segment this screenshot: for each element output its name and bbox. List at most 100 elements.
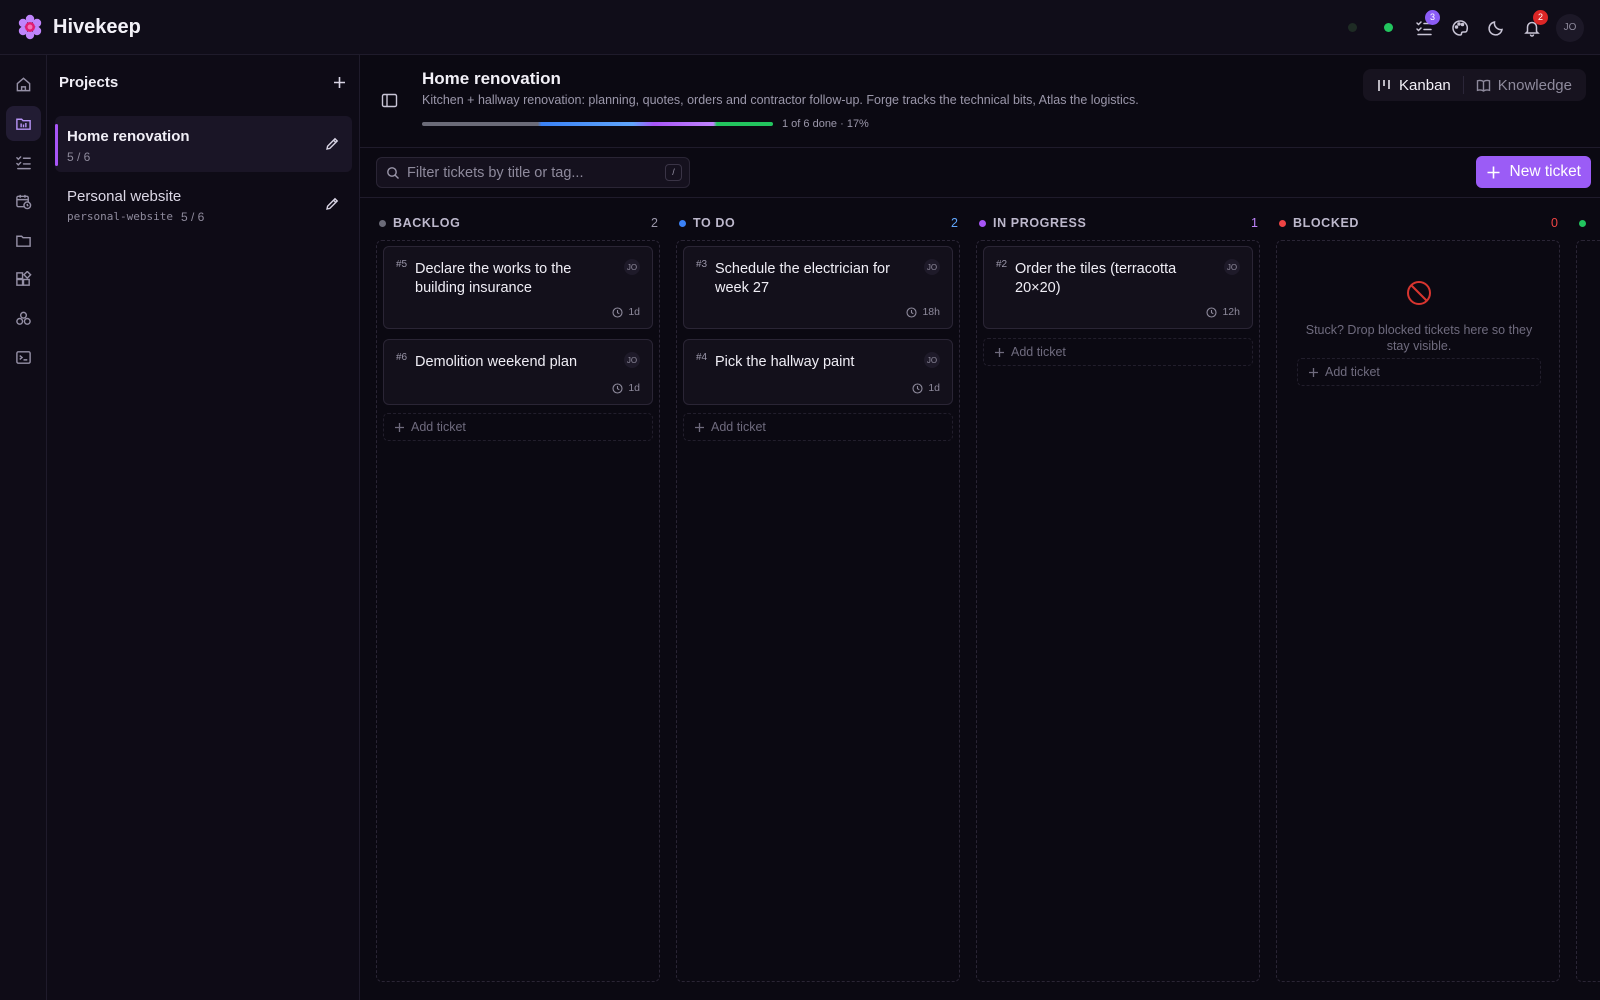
column-dropzone[interactable]: #5 Declare the works to the building ins… bbox=[376, 240, 660, 982]
project-slug: personal-website bbox=[67, 210, 173, 223]
add-ticket-button[interactable]: Add ticket bbox=[1297, 358, 1541, 386]
ticket-number: #3 bbox=[696, 259, 708, 270]
project-item-personal-website[interactable]: Personal website personal-website 5 / 6 bbox=[55, 176, 352, 232]
edit-project-icon[interactable] bbox=[324, 196, 340, 212]
tasks-icon[interactable] bbox=[6, 145, 41, 180]
dark-mode-button[interactable] bbox=[1478, 10, 1514, 46]
ticket-age: 18h bbox=[906, 306, 940, 318]
clock-icon bbox=[906, 306, 918, 318]
ticket-card[interactable]: #5 Declare the works to the building ins… bbox=[383, 246, 653, 329]
add-ticket-button[interactable]: Add ticket bbox=[383, 413, 653, 441]
column-dropzone[interactable] bbox=[1576, 240, 1600, 982]
ticket-number: #5 bbox=[396, 259, 408, 270]
ticket-title: Order the tiles (terracotta 20×20) bbox=[1015, 261, 1177, 296]
column-color-dot bbox=[1579, 219, 1586, 227]
kanban-view-button[interactable]: Kanban bbox=[1369, 72, 1459, 98]
hivekeep-logo-icon bbox=[18, 14, 42, 40]
ticket-title: Demolition weekend plan bbox=[415, 354, 578, 370]
ticket-title: Pick the hallway paint bbox=[715, 354, 855, 370]
clock-icon bbox=[912, 382, 923, 394]
agents-icon[interactable] bbox=[6, 301, 41, 336]
add-ticket-label: Add ticket bbox=[711, 420, 766, 434]
widgets-icon[interactable] bbox=[6, 262, 41, 297]
ticket-card[interactable]: #3 Schedule the electrician for week 27 … bbox=[683, 246, 953, 329]
filter-box: / bbox=[376, 157, 690, 188]
ticket-card[interactable]: #2 Order the tiles (terracotta 20×20) JO… bbox=[983, 246, 1253, 329]
column-in-progress: IN PROGRESS 1 #2 Order the tiles (terrac… bbox=[976, 198, 1260, 988]
ticket-title: Declare the works to the building insura… bbox=[415, 261, 572, 296]
clock-icon bbox=[612, 382, 623, 394]
project-header: Home renovation Kitchen + hallway renova… bbox=[360, 55, 1600, 148]
ticket-age-value: 18h bbox=[922, 306, 940, 318]
plus-icon bbox=[1487, 166, 1499, 178]
projects-icon[interactable] bbox=[6, 106, 41, 141]
kanban-icon bbox=[1378, 79, 1390, 91]
column-title: BACKLOG bbox=[393, 216, 461, 230]
clock-icon bbox=[1206, 306, 1218, 318]
project-name: Personal website bbox=[67, 188, 182, 205]
ticket-number: #4 bbox=[696, 352, 708, 363]
view-switcher: Kanban Knowledge bbox=[1363, 69, 1586, 101]
notifications-badge: 2 bbox=[1533, 9, 1548, 25]
app-name: Hivekeep bbox=[53, 15, 141, 38]
home-icon[interactable] bbox=[6, 67, 41, 102]
user-avatar[interactable]: JO bbox=[1556, 13, 1584, 42]
column-color-dot bbox=[679, 219, 686, 227]
column-dropzone[interactable]: #3 Schedule the electrician for week 27 … bbox=[676, 240, 960, 982]
brand[interactable]: Hivekeep bbox=[17, 14, 141, 40]
folder-icon[interactable] bbox=[6, 223, 41, 258]
add-ticket-button[interactable]: Add ticket bbox=[683, 413, 953, 441]
add-project-button[interactable] bbox=[329, 72, 349, 92]
filter-shortcut-key: / bbox=[665, 164, 682, 181]
assignee-avatar: JO bbox=[924, 352, 940, 368]
projects-heading: Projects bbox=[59, 73, 119, 91]
theme-palette-button[interactable] bbox=[1442, 10, 1478, 46]
project-name: Home renovation bbox=[67, 128, 190, 145]
top-bar: Hivekeep 3 2 JO bbox=[0, 0, 1600, 55]
clock-icon bbox=[612, 306, 623, 318]
tasks-badge: 3 bbox=[1425, 9, 1440, 25]
edit-project-icon[interactable] bbox=[324, 136, 340, 152]
nav-rail bbox=[0, 55, 47, 1000]
ticket-card[interactable]: #4 Pick the hallway paint JO 1d bbox=[683, 339, 953, 405]
new-ticket-button[interactable]: New ticket bbox=[1475, 156, 1591, 188]
assignee-avatar: JO bbox=[924, 259, 940, 275]
knowledge-view-button[interactable]: Knowledge bbox=[1468, 72, 1580, 98]
column-title: BLOCKED bbox=[1293, 216, 1360, 230]
column-title: IN PROGRESS bbox=[993, 216, 1087, 230]
project-progress-fill bbox=[422, 122, 773, 126]
search-icon bbox=[387, 166, 399, 179]
ticket-number: #6 bbox=[396, 352, 408, 363]
connection-status bbox=[1370, 10, 1406, 46]
column-color-dot bbox=[979, 219, 986, 227]
assignee-avatar: JO bbox=[624, 259, 640, 275]
kanban-label: Kanban bbox=[1399, 76, 1451, 94]
schedule-icon[interactable] bbox=[6, 184, 41, 219]
column-dropzone[interactable]: Stuck? Drop blocked tickets here so they… bbox=[1276, 240, 1560, 982]
sidebar-toggle-icon[interactable] bbox=[381, 92, 398, 109]
column-count: 2 bbox=[651, 216, 658, 230]
column-title: TO DO bbox=[693, 216, 736, 230]
plus-icon bbox=[695, 422, 704, 432]
column-dropzone[interactable]: #2 Order the tiles (terracotta 20×20) JO… bbox=[976, 240, 1260, 982]
ticket-card[interactable]: #6 Demolition weekend plan JO 1d bbox=[383, 339, 653, 405]
add-ticket-label: Add ticket bbox=[1011, 345, 1066, 359]
terminal-icon[interactable] bbox=[6, 340, 41, 375]
plus-icon bbox=[1309, 367, 1318, 377]
progress-text: 1 of 6 done · 17% bbox=[782, 118, 869, 130]
filter-tickets-input[interactable] bbox=[407, 164, 665, 181]
plus-icon bbox=[395, 422, 404, 432]
page-title: Home renovation bbox=[422, 69, 561, 88]
tasks-button[interactable]: 3 bbox=[1406, 9, 1442, 46]
ticket-age: 1d bbox=[612, 382, 640, 394]
column-to-do: TO DO 2 #3 Schedule the electrician for … bbox=[676, 198, 960, 988]
notifications-button[interactable]: 2 bbox=[1514, 9, 1550, 46]
assignee-avatar: JO bbox=[624, 352, 640, 368]
book-icon bbox=[1476, 79, 1490, 92]
project-item-home-renovation[interactable]: Home renovation 5 / 6 bbox=[55, 116, 352, 172]
online-dot-icon bbox=[1383, 23, 1393, 32]
add-ticket-label: Add ticket bbox=[411, 420, 466, 434]
project-description: Kitchen + hallway renovation: planning, … bbox=[422, 93, 1139, 107]
kanban-board: BACKLOG 2 #5 Declare the works to the bu… bbox=[360, 198, 1600, 1000]
add-ticket-button[interactable]: Add ticket bbox=[983, 338, 1253, 366]
